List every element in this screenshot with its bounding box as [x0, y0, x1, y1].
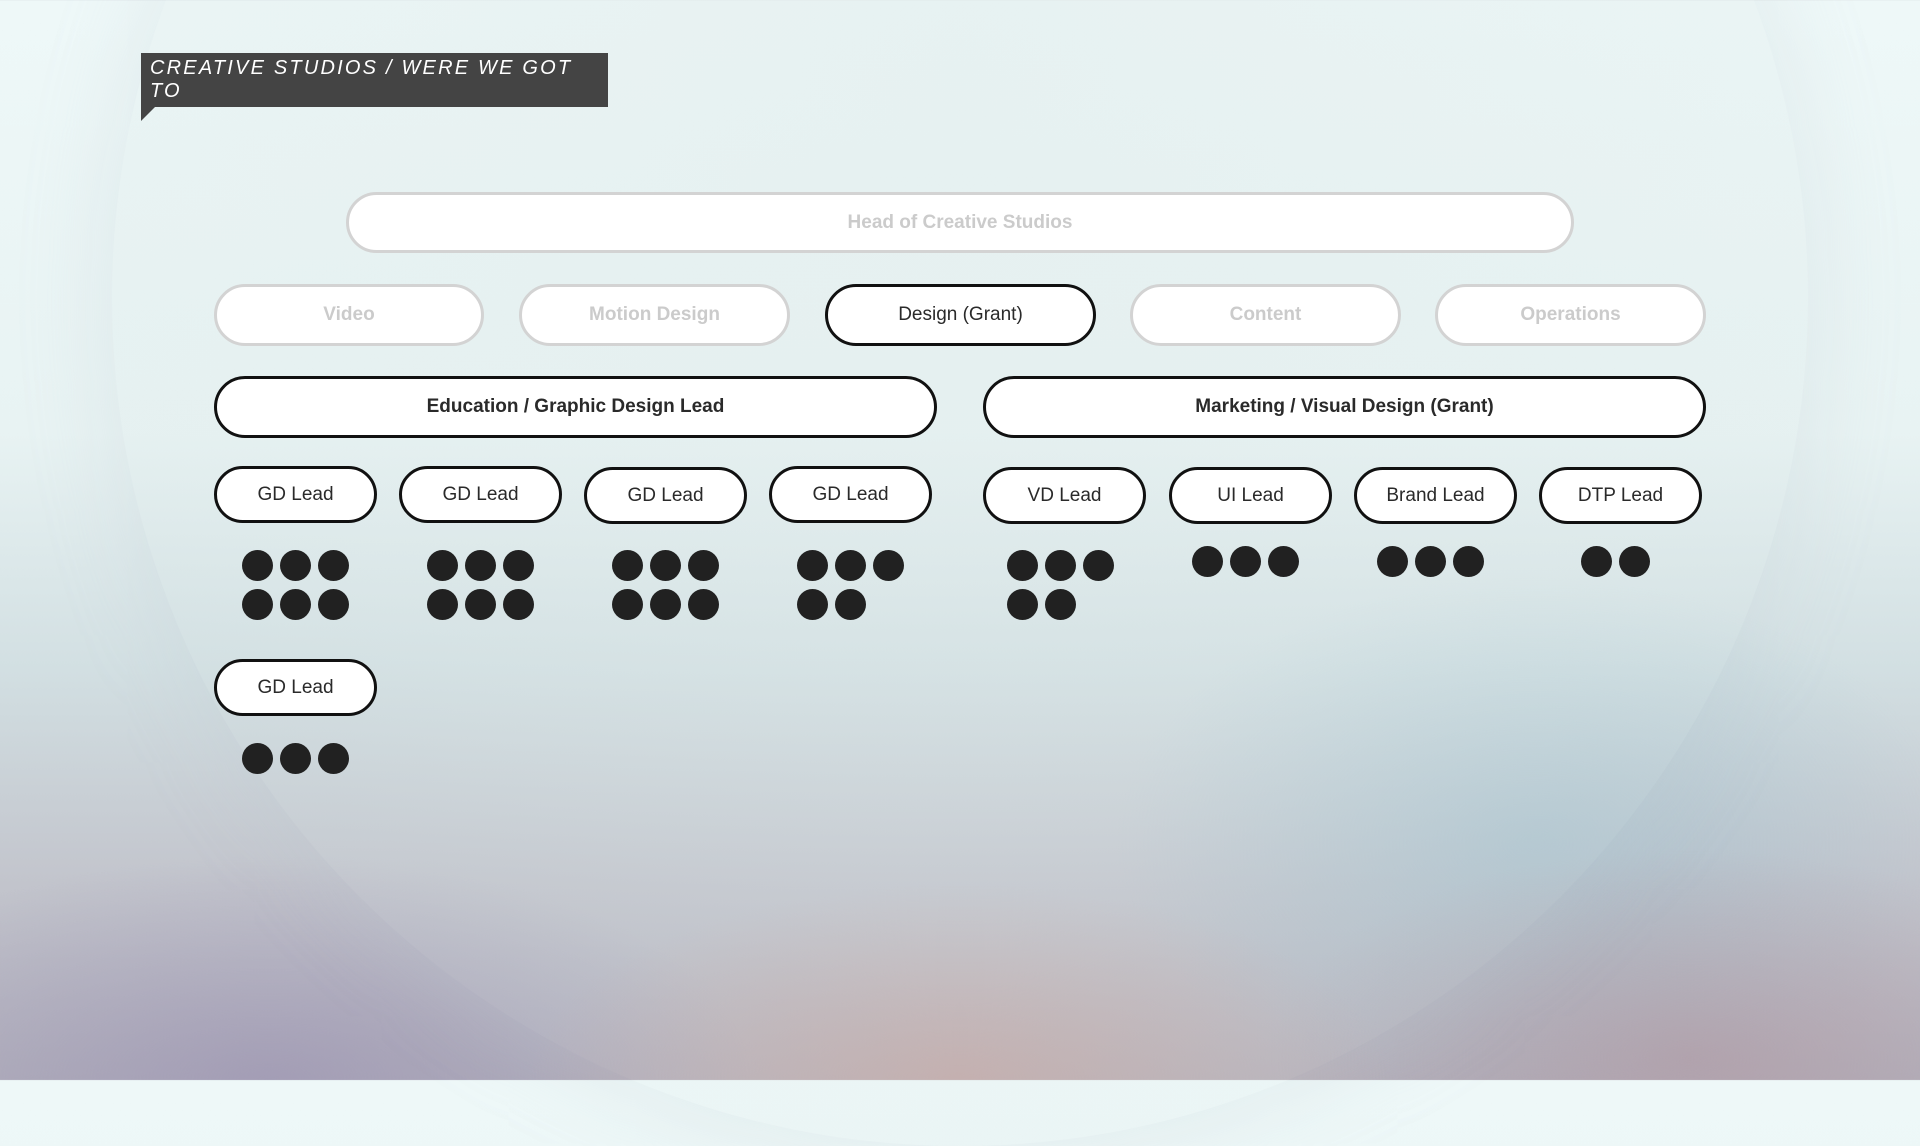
team-member-dot [503, 589, 534, 620]
team-member-dot [1192, 546, 1223, 577]
team-member-dot [427, 550, 458, 581]
team-member-dot [503, 550, 534, 581]
team-member-dot [650, 550, 681, 581]
team-member-dot [1007, 589, 1038, 620]
department-design-node[interactable]: Design (Grant) [825, 284, 1096, 346]
team-member-dot [1045, 550, 1076, 581]
team-member-dot [280, 550, 311, 581]
team-member-dot [318, 743, 349, 774]
team-member-dot [1083, 550, 1114, 581]
team-member-dot [650, 589, 681, 620]
group-marketing-visual-design-node[interactable]: Marketing / Visual Design (Grant) [983, 376, 1706, 438]
team-member-dot [797, 550, 828, 581]
department-operations-node[interactable]: Operations [1435, 284, 1706, 346]
team-member-dot [318, 550, 349, 581]
team-member-dot [873, 550, 904, 581]
group-education-graphic-design-node[interactable]: Education / Graphic Design Lead [214, 376, 937, 438]
team-member-dot [280, 589, 311, 620]
head-of-creative-studios-node[interactable]: Head of Creative Studios [346, 192, 1574, 253]
lead-node[interactable]: Brand Lead [1354, 467, 1517, 524]
team-member-dot [688, 589, 719, 620]
team-member-dot [465, 550, 496, 581]
department-motion-design-node[interactable]: Motion Design [519, 284, 790, 346]
team-member-dot [797, 589, 828, 620]
team-member-dot [242, 589, 273, 620]
team-member-dot [1377, 546, 1408, 577]
team-member-dot [688, 550, 719, 581]
team-member-dot [242, 743, 273, 774]
team-member-dot [1415, 546, 1446, 577]
lead-node[interactable]: GD Lead [214, 659, 377, 716]
lead-node[interactable]: DTP Lead [1539, 467, 1702, 524]
team-member-dot [835, 550, 866, 581]
team-member-dot [612, 589, 643, 620]
team-member-dot [1007, 550, 1038, 581]
team-member-dot [318, 589, 349, 620]
lead-node[interactable]: GD Lead [584, 467, 747, 524]
team-member-dot [465, 589, 496, 620]
department-content-node[interactable]: Content [1130, 284, 1401, 346]
department-video-node[interactable]: Video [214, 284, 484, 346]
team-member-dot [1453, 546, 1484, 577]
team-member-dot [427, 589, 458, 620]
team-member-dot [1619, 546, 1650, 577]
page-title: CREATIVE STUDIOS / WERE WE GOT TO [150, 57, 573, 102]
background-disc [112, 0, 1808, 1146]
team-member-dot [1268, 546, 1299, 577]
lead-node[interactable]: GD Lead [214, 466, 377, 523]
team-member-dot [1581, 546, 1612, 577]
team-member-dot [1230, 546, 1261, 577]
team-member-dot [280, 743, 311, 774]
banner-tail [141, 107, 155, 121]
lead-node[interactable]: GD Lead [769, 466, 932, 523]
team-member-dot [242, 550, 273, 581]
team-member-dot [612, 550, 643, 581]
team-member-dot [835, 589, 866, 620]
lead-node[interactable]: UI Lead [1169, 467, 1332, 524]
lead-node[interactable]: GD Lead [399, 466, 562, 523]
page-title-banner: CREATIVE STUDIOS / WERE WE GOT TO [141, 53, 608, 107]
team-member-dot [1045, 589, 1076, 620]
lead-node[interactable]: VD Lead [983, 467, 1146, 524]
